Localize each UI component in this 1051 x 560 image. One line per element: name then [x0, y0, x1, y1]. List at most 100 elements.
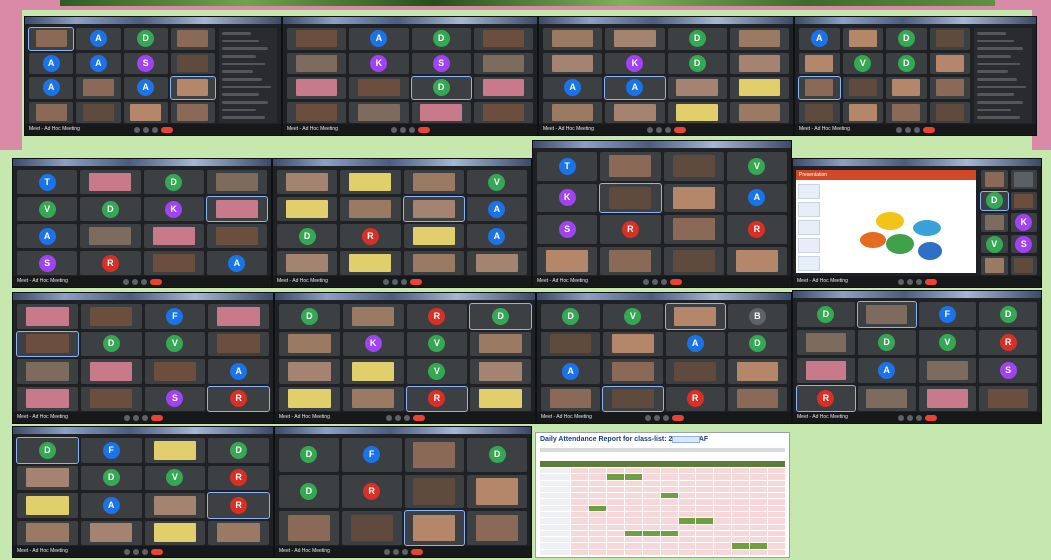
participant-tile[interactable]: K [143, 197, 204, 221]
participant-tile[interactable] [599, 182, 662, 213]
slide-thumb[interactable] [798, 184, 820, 199]
participant-tile[interactable]: D [467, 438, 527, 472]
participant-tile[interactable] [205, 196, 269, 222]
participant-tile[interactable] [929, 77, 970, 99]
participant-tile[interactable]: V [603, 304, 663, 329]
camera-icon[interactable] [905, 126, 911, 133]
participant-tile[interactable] [80, 359, 142, 384]
participant-tile[interactable]: K [342, 331, 404, 356]
participant-tile[interactable] [729, 52, 789, 74]
participant-tile[interactable]: D [123, 28, 168, 50]
camera-icon[interactable] [391, 278, 398, 285]
participant-tile[interactable]: D [797, 302, 855, 327]
participant-tile[interactable] [340, 170, 401, 194]
participant-tile[interactable]: S [537, 215, 598, 244]
participant-tile[interactable] [404, 438, 465, 472]
participant-tile[interactable] [27, 27, 75, 51]
participant-tile[interactable] [1010, 256, 1037, 275]
participant-tile[interactable]: D [80, 331, 142, 356]
participant-tile[interactable] [543, 28, 603, 50]
participant-tile[interactable] [342, 386, 404, 411]
participant-tile[interactable] [605, 101, 665, 123]
participant-tile[interactable] [543, 101, 603, 123]
participant-tile[interactable] [279, 359, 340, 384]
hangup-icon[interactable] [160, 126, 173, 133]
present-icon[interactable] [914, 126, 920, 133]
camera-icon[interactable] [142, 126, 149, 133]
participant-tile[interactable] [80, 304, 142, 329]
participant-tile[interactable]: R [796, 385, 856, 412]
participant-tile[interactable] [667, 101, 727, 123]
participant-tile[interactable]: D [80, 197, 141, 221]
slide-thumb[interactable] [798, 238, 820, 253]
participant-tile[interactable]: A [29, 52, 74, 74]
participant-tile[interactable] [143, 251, 204, 275]
participant-tile[interactable] [856, 301, 917, 328]
participant-tile[interactable]: D [208, 438, 269, 463]
participant-tile[interactable]: D [279, 474, 339, 509]
participant-tile[interactable] [411, 101, 471, 123]
participant-tile[interactable] [663, 152, 724, 181]
participant-tile[interactable]: A [604, 76, 666, 100]
participant-tile[interactable] [473, 101, 533, 123]
participant-tile[interactable]: K [537, 183, 598, 212]
participant-tile[interactable] [799, 52, 840, 74]
slide-thumb[interactable] [798, 220, 820, 235]
participant-tile[interactable] [208, 304, 269, 329]
camera-icon[interactable] [651, 278, 658, 285]
participant-tile[interactable] [170, 28, 215, 50]
participant-tile[interactable]: K [605, 52, 665, 74]
participant-tile[interactable]: A [799, 28, 840, 50]
participant-tile[interactable]: D [980, 190, 1009, 212]
participant-tile[interactable] [287, 101, 347, 123]
participant-tile[interactable]: A [349, 28, 409, 50]
participant-tile[interactable] [208, 331, 269, 356]
participant-tile[interactable] [342, 359, 404, 384]
mic-icon[interactable] [133, 126, 140, 133]
participant-tile[interactable]: D [16, 437, 79, 464]
participant-tile[interactable] [277, 197, 338, 221]
participant-tile[interactable] [287, 28, 347, 50]
participant-tile[interactable]: D [979, 302, 1037, 327]
participant-tile[interactable] [537, 246, 598, 275]
participant-tile[interactable]: R [405, 385, 469, 412]
participant-tile[interactable]: D [469, 303, 532, 330]
participant-tile[interactable] [798, 76, 841, 100]
participant-tile[interactable]: A [466, 197, 527, 221]
present-icon[interactable] [403, 414, 410, 421]
participant-tile[interactable]: V [406, 331, 468, 356]
hangup-icon[interactable] [409, 278, 422, 285]
present-icon[interactable] [141, 414, 148, 421]
participant-tile[interactable]: A [466, 224, 527, 248]
participant-tile[interactable]: S [979, 358, 1037, 383]
participant-tile[interactable] [886, 101, 927, 123]
participant-tile[interactable] [29, 101, 74, 123]
participant-tile[interactable] [797, 358, 855, 383]
camera-icon[interactable] [906, 414, 913, 421]
mic-icon[interactable] [646, 126, 653, 133]
participant-tile[interactable] [170, 52, 215, 74]
participant-tile[interactable] [404, 474, 465, 509]
participant-tile[interactable] [467, 474, 527, 509]
participant-tile[interactable] [663, 215, 724, 244]
participant-tile[interactable]: S [1010, 234, 1037, 254]
participant-tile[interactable] [16, 330, 79, 357]
mic-icon[interactable] [123, 414, 130, 421]
present-icon[interactable] [662, 414, 669, 421]
participant-tile[interactable]: A [726, 183, 787, 212]
report-filter-button[interactable] [672, 436, 700, 443]
mic-icon[interactable] [123, 548, 130, 555]
hangup-icon[interactable] [924, 278, 937, 285]
participant-tile[interactable]: D [886, 28, 927, 50]
hangup-icon[interactable] [669, 278, 682, 285]
participant-tile[interactable]: R [208, 465, 269, 490]
participant-tile[interactable]: R [665, 386, 725, 411]
participant-tile[interactable] [726, 246, 787, 275]
participant-tile[interactable] [665, 359, 725, 384]
participant-tile[interactable]: A [29, 77, 74, 99]
mic-icon[interactable] [896, 126, 902, 133]
participant-tile[interactable]: D [143, 170, 204, 194]
participant-tile[interactable]: S [17, 251, 78, 275]
participant-tile[interactable] [727, 386, 787, 411]
participant-tile[interactable]: A [123, 77, 168, 99]
